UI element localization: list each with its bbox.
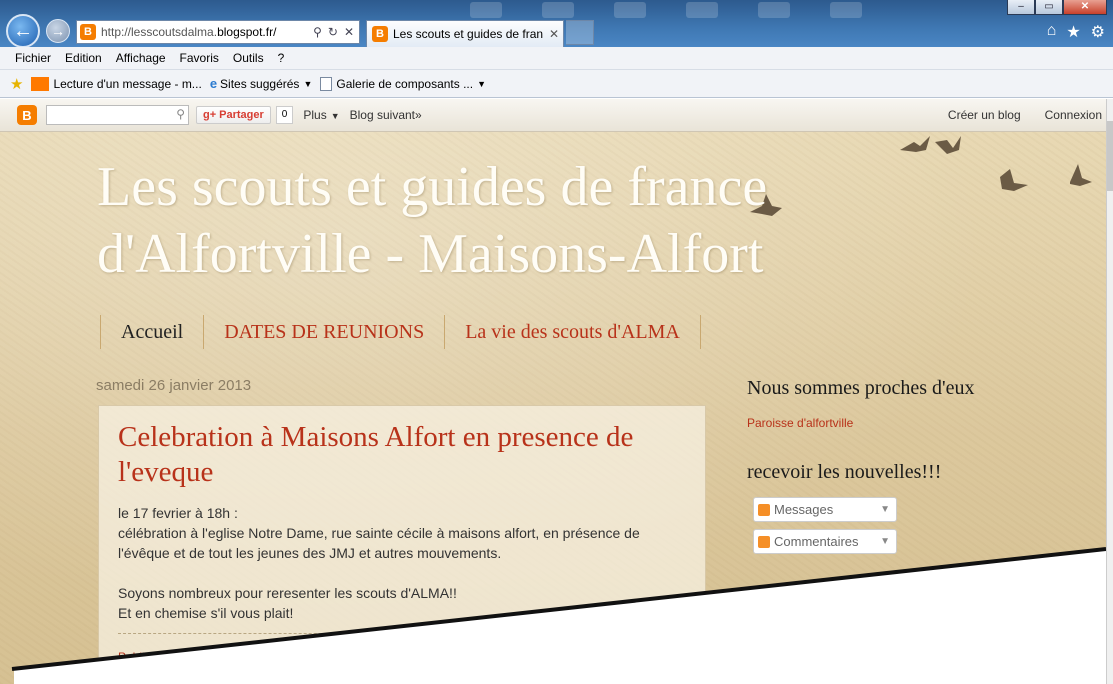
share-button[interactable]: g+ Partager: [196, 106, 271, 124]
scrollbar-thumb[interactable]: [1107, 121, 1113, 191]
ie-icon: e: [209, 76, 218, 91]
window-controls: – ▭ ✕: [1007, 0, 1107, 15]
blog-page: Les scouts et guides de france d'Alfortv…: [0, 132, 1106, 684]
favorite-item-sites[interactable]: e Sites suggérés ▼: [210, 76, 313, 91]
favorite-item-galerie[interactable]: Galerie de composants ... ▼: [320, 76, 487, 91]
blogger-navbar: B ⚲ g+ Partager 0 Plus ▼ Blog suivant» Cr…: [0, 99, 1106, 132]
favorite-item-message[interactable]: Lecture d'un message - m...: [31, 76, 202, 91]
chevron-down-icon: ▼: [477, 78, 487, 89]
google-plus-icon: g+: [203, 109, 217, 121]
search-icon[interactable]: ⚲: [176, 107, 185, 121]
favorites-star-icon[interactable]: ★: [10, 75, 23, 93]
maximize-button[interactable]: ▭: [1035, 0, 1063, 15]
chevron-down-icon: ▼: [330, 111, 340, 121]
menu-favoris[interactable]: Favoris: [173, 51, 226, 65]
url-text: http://lesscoutsdalma.blogspot.fr/: [101, 25, 277, 39]
home-icon[interactable]: ⌂: [1047, 22, 1057, 42]
blog-search-input[interactable]: ⚲: [46, 105, 189, 125]
menu-fichier[interactable]: Fichier: [8, 51, 58, 65]
search-icon[interactable]: ⚲: [313, 25, 322, 39]
menu-outils[interactable]: Outils: [226, 51, 271, 65]
tab-active[interactable]: B Les scouts et guides de fran... ✕: [366, 20, 564, 47]
address-bar[interactable]: B http://lesscoutsdalma.blogspot.fr/ ⚲ ↻…: [76, 20, 360, 44]
refresh-icon[interactable]: ↻: [328, 25, 338, 39]
blogger-favicon-icon: B: [80, 24, 96, 40]
share-count: 0: [275, 106, 294, 124]
page-scrollbar[interactable]: [1106, 99, 1113, 684]
menu-affichage[interactable]: Affichage: [109, 51, 173, 65]
tools-gear-icon[interactable]: ⚙: [1091, 22, 1105, 42]
background-taskbar-apps: [470, 2, 862, 18]
browser-titlebar: – ▭ ✕ ← → B http://lesscoutsdalma.blogsp…: [0, 0, 1113, 48]
close-window-button[interactable]: ✕: [1063, 0, 1107, 15]
close-icon[interactable]: ✕: [344, 25, 354, 39]
forward-button[interactable]: →: [46, 19, 70, 43]
chevron-down-icon: ▼: [303, 78, 313, 89]
orange-icon: [31, 76, 50, 91]
favorites-star-icon[interactable]: ★: [1066, 22, 1080, 42]
back-button[interactable]: ←: [6, 14, 40, 48]
menu-help[interactable]: ?: [271, 51, 292, 65]
create-blog-link[interactable]: Créer un blog: [948, 108, 1021, 122]
tab-title: Les scouts et guides de fran...: [393, 27, 543, 41]
torn-edge-overlay: [11, 547, 1106, 684]
minimize-button[interactable]: –: [1007, 0, 1035, 15]
menu-bar: Fichier Edition Affichage Favoris Outils…: [0, 47, 1113, 70]
favorites-bar: ★ Lecture d'un message - m... e Sites su…: [0, 70, 1113, 98]
login-link[interactable]: Connexion: [1045, 108, 1102, 122]
more-menu[interactable]: Plus ▼: [303, 108, 339, 122]
blogger-tab-icon: B: [372, 26, 388, 42]
page-icon: [320, 76, 333, 91]
new-tab-button[interactable]: [566, 20, 594, 45]
blogger-logo-icon[interactable]: B: [17, 105, 37, 125]
tab-close-icon[interactable]: ✕: [549, 27, 559, 41]
menu-edition[interactable]: Edition: [58, 51, 109, 65]
next-blog-link[interactable]: Blog suivant»: [350, 108, 422, 122]
